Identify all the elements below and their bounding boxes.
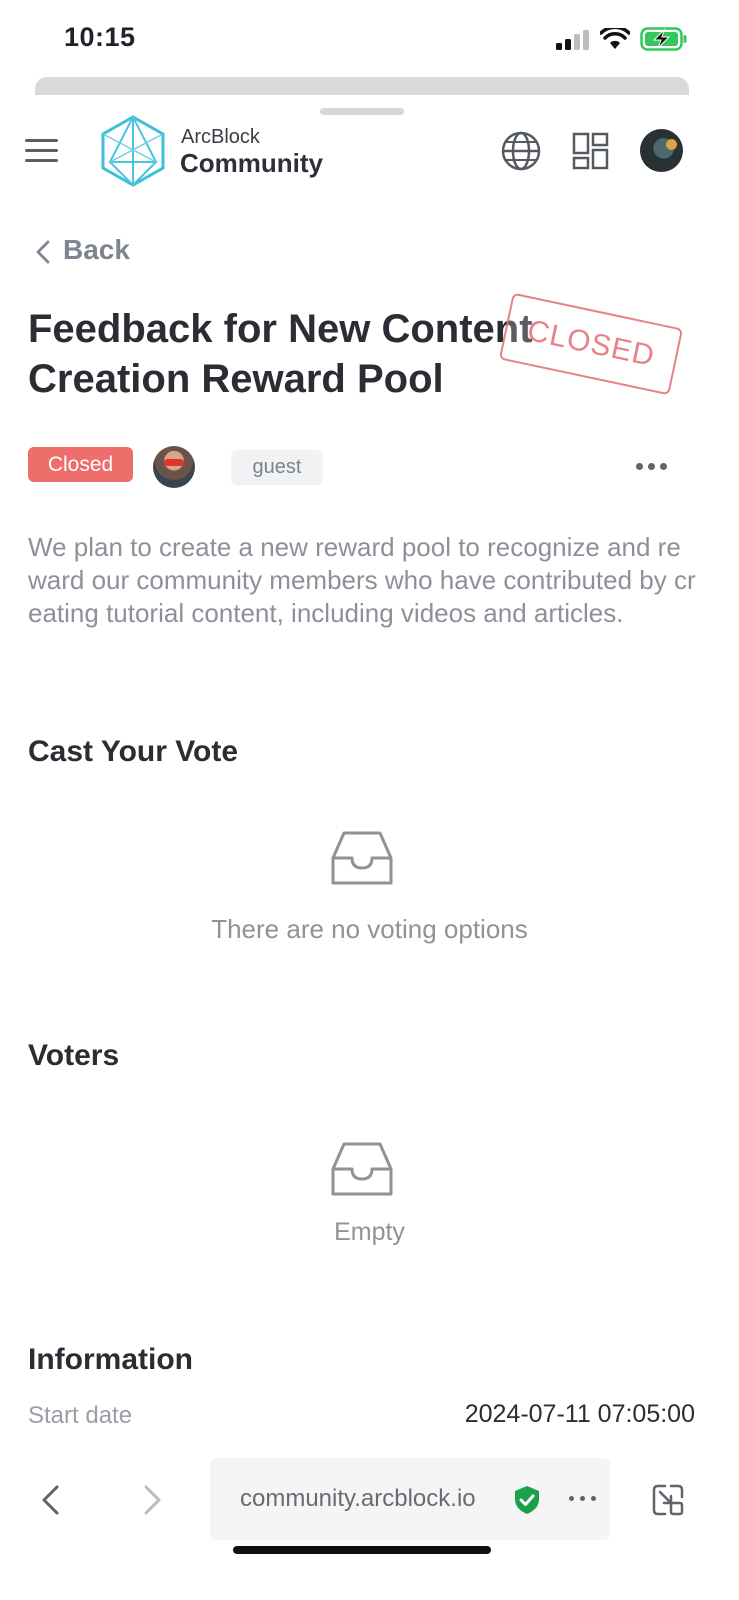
brand-name-top: ArcBlock xyxy=(181,126,260,148)
browser-forward-icon[interactable] xyxy=(141,1484,165,1516)
secure-shield-icon xyxy=(515,1486,539,1514)
status-time: 10:15 xyxy=(64,22,136,52)
apps-grid-icon[interactable] xyxy=(572,132,610,170)
more-options-icon[interactable] xyxy=(636,458,672,474)
author-tag: guest xyxy=(231,450,323,485)
menu-icon[interactable] xyxy=(25,138,59,164)
cellular-signal-icon xyxy=(556,30,589,50)
sheet-top-edge xyxy=(35,77,689,95)
minimize-window-icon[interactable] xyxy=(651,1483,685,1517)
brand-name-bottom: Community xyxy=(180,148,323,178)
start-date-label: Start date xyxy=(28,1402,133,1429)
start-date-value: 2024-07-11 07:05:00 xyxy=(464,1400,695,1428)
wifi-icon xyxy=(600,28,630,49)
voters-section-heading: Voters xyxy=(28,1039,120,1072)
chevron-left-icon[interactable] xyxy=(33,239,53,265)
address-url[interactable]: community.arcblock.io xyxy=(240,1485,476,1513)
back-link[interactable]: Back xyxy=(63,234,130,266)
information-section-heading: Information xyxy=(28,1343,193,1376)
sheet-grabber[interactable] xyxy=(320,108,404,115)
browser-back-icon[interactable] xyxy=(38,1484,62,1516)
arcblock-logo-icon[interactable] xyxy=(100,114,166,188)
empty-inbox-icon xyxy=(331,831,393,885)
author-avatar[interactable] xyxy=(153,446,195,488)
vote-empty-text: There are no voting options xyxy=(211,914,528,944)
voters-empty-text: Empty xyxy=(334,1218,405,1246)
empty-inbox-icon xyxy=(331,1142,393,1196)
home-indicator[interactable] xyxy=(233,1546,491,1554)
post-description: We plan to create a new reward pool to r… xyxy=(28,532,696,628)
status-badge: Closed xyxy=(28,447,133,482)
vote-section-heading: Cast Your Vote xyxy=(28,735,239,768)
battery-charging-icon xyxy=(640,27,687,51)
globe-icon[interactable] xyxy=(500,130,542,172)
browser-more-icon[interactable] xyxy=(569,1496,596,1501)
user-avatar[interactable] xyxy=(640,129,683,172)
